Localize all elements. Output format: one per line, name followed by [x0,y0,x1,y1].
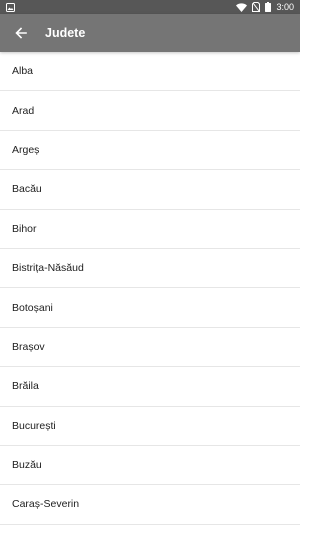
list-item-label: Bistrița-Năsăud [12,262,84,275]
list-item-label: Alba [12,65,34,78]
list-item[interactable]: Alba [0,52,300,92]
screen: 3:00 Judete Alba Arad Argeș Bacău Bihor … [0,0,300,533]
list-item[interactable]: Argeș [0,131,300,171]
list-item-label: Argeș [12,143,40,156]
image-notification-icon [6,0,15,14]
arrow-back-icon [15,27,27,39]
page-title: Judete [45,26,86,40]
list-item-label: Bacău [12,183,42,196]
list-item-label: București [12,419,56,432]
status-left [6,0,15,14]
no-sim-icon [252,0,261,14]
app-bar: Judete [0,14,300,52]
list-item-label: Arad [12,104,35,117]
list-item-label: Caraș-Severin [12,498,80,511]
list-item-label: Bihor [12,222,37,235]
list-item[interactable]: Caraș-Severin [0,485,300,525]
list-item[interactable]: Brăila [0,367,300,407]
status-time: 3:00 [276,2,294,12]
status-bar: 3:00 [0,0,300,14]
battery-icon [265,0,272,14]
list-item[interactable]: Buzău [0,446,300,486]
list-item-label: Buzău [12,459,42,472]
list-item[interactable]: București [0,407,300,446]
list-item[interactable]: Bistrița-Năsăud [0,249,300,289]
wifi-icon [236,0,248,14]
list-item[interactable]: Bacău [0,170,300,210]
list-item[interactable]: Botoșani [0,288,300,328]
list-item[interactable]: Brașov [0,328,300,368]
status-right: 3:00 [236,0,294,14]
back-button[interactable] [12,24,30,42]
list-item-label: Botoșani [12,301,53,314]
list-item-label: Brașov [12,340,45,353]
list-item-label: Brăila [12,380,39,393]
list-item[interactable]: Arad [0,91,300,131]
county-list: Alba Arad Argeș Bacău Bihor Bistrița-Năs… [0,52,300,525]
list-item[interactable]: Bihor [0,210,300,249]
